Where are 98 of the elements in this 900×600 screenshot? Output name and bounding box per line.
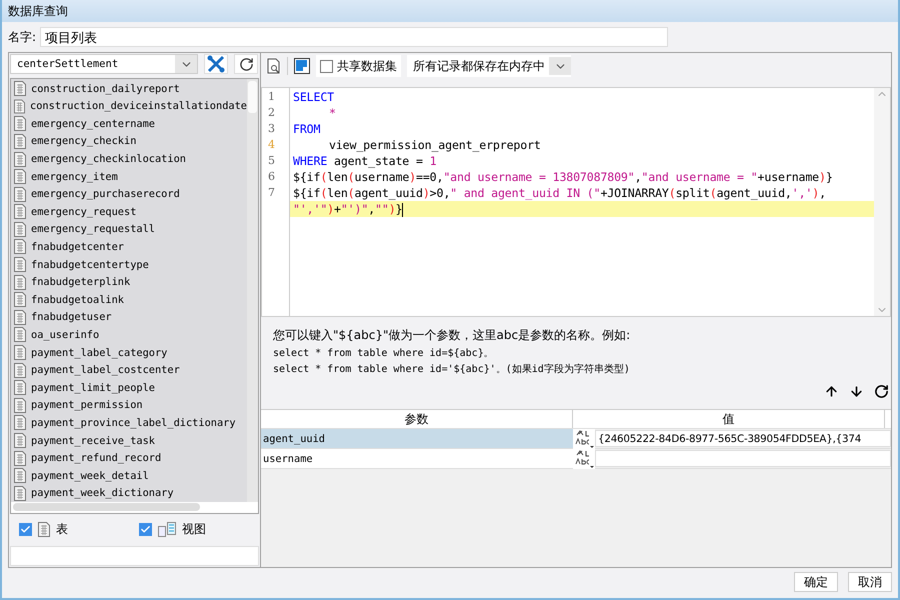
horizontal-scrollbar[interactable] (13, 502, 200, 511)
table-list-item[interactable]: emergency_checkin (11, 132, 247, 150)
table-icon (14, 362, 26, 378)
table-icon (14, 186, 26, 202)
table-list-item[interactable]: fnabudgeterplink (11, 273, 247, 291)
tools-button[interactable] (204, 54, 228, 74)
code-line: WHERE agent_state = 1 (292, 153, 438, 169)
move-up-icon[interactable] (824, 384, 839, 399)
connection-dropdown[interactable]: centerSettlement (10, 54, 198, 74)
table-list-item[interactable]: payment_permission (11, 396, 247, 414)
table-icon (14, 327, 26, 342)
code-line: FROM (292, 121, 322, 137)
table-icon (14, 169, 26, 184)
line-number: 3 (267, 121, 276, 137)
table-icon (14, 398, 26, 413)
vertical-scrollbar[interactable] (247, 78, 258, 502)
tools-icon (207, 55, 225, 74)
help-example: select * from table where id='${abc}'。(如果id字段为字符串类型) (273, 362, 631, 376)
type-icon[interactable] (573, 429, 595, 449)
table-list-item[interactable]: emergency_purchaserecord (11, 185, 247, 203)
table-icon (38, 522, 50, 538)
table-list-item[interactable]: emergency_requestall (11, 220, 247, 238)
column-header: 值 (573, 410, 885, 428)
table-icon (14, 98, 26, 114)
line-number: 4 (267, 137, 276, 153)
code-line: ${if(len(agent_uuid)>0," and agent_uuid IN ("+JOINARRAY(split(agent_uuid,','), (292, 185, 827, 201)
table-icon (14, 433, 26, 448)
param-name-cell[interactable]: username (261, 449, 573, 468)
table-icon (14, 81, 26, 96)
table-icon (14, 239, 26, 254)
cancel-button[interactable]: 取消 (848, 572, 892, 592)
filter-label: 视图 (182, 521, 206, 538)
table-list-item[interactable]: payment_refund_record (11, 449, 247, 467)
table-icon (14, 257, 26, 272)
refresh-button[interactable] (234, 54, 258, 74)
refresh-icon[interactable] (874, 384, 889, 399)
table-list-item[interactable]: fnabudgetoalink (11, 290, 247, 309)
code-line: * (328, 105, 337, 121)
line-number: 7 (267, 185, 276, 201)
table-icon (14, 274, 26, 290)
window-title: 数据库查询 (8, 2, 68, 20)
table-icon (14, 415, 26, 430)
table-icon (14, 468, 26, 484)
table-list-item[interactable]: payment_label_category (11, 344, 247, 362)
table-list-item[interactable]: payment_week_dictionary (11, 484, 247, 502)
param-value-field[interactable]: {24605222-84D6-8977-565C-389054FDD5EA},{374 (595, 430, 891, 447)
storage-dropdown[interactable]: 所有记录都保存在内存中 (407, 55, 571, 77)
table-list-item[interactable]: emergency_centername (11, 115, 247, 133)
line-number: 6 (267, 169, 276, 185)
line-number: 1 (267, 89, 276, 105)
table-icon (14, 204, 26, 220)
table-list-item[interactable]: fnabudgetcenter (11, 238, 247, 256)
refresh-icon (238, 56, 254, 72)
table-icon (14, 345, 26, 360)
table-icon (14, 380, 26, 396)
checkbox[interactable] (19, 523, 32, 536)
table-list-item[interactable]: payment_week_detail (11, 466, 247, 484)
code-line: ${if(len(username)==0,"and username = 13807087809","and username = "+username)} (292, 169, 834, 185)
name-field[interactable]: 项目列表 (40, 27, 668, 47)
table-icon (14, 222, 26, 237)
checkbox[interactable] (139, 523, 152, 536)
table-list-item[interactable]: emergency_item (11, 168, 247, 186)
table-icon (14, 450, 26, 466)
table-icon (14, 152, 26, 166)
filter-label: 表 (56, 521, 68, 538)
help-text: 您可以键入"${abc}"做为一个参数，这里abc是参数的名称。例如: (273, 327, 632, 344)
save-icon[interactable] (294, 58, 310, 74)
code-line: view_permission_agent_erpreport (328, 137, 542, 153)
view-icon (158, 522, 176, 538)
table-list-item[interactable]: payment_limit_people (11, 378, 247, 397)
line-number: 5 (267, 153, 276, 169)
table-list-item[interactable]: payment_label_costcenter (11, 361, 247, 379)
share-label: 共享数据集 (337, 58, 397, 74)
table-icon (14, 292, 26, 308)
table-list-item[interactable]: emergency_request (11, 202, 247, 221)
table-list-item[interactable]: construction_deviceinstallationdate (11, 97, 247, 116)
checkbox[interactable] (320, 60, 333, 72)
table-icon (14, 134, 26, 149)
param-value-field[interactable] (595, 450, 891, 467)
name-label: 名字: (8, 28, 36, 46)
preview-icon[interactable] (267, 58, 281, 74)
code-line: SELECT (292, 89, 335, 105)
table-list-item[interactable]: fnabudgetcentertype (11, 256, 247, 274)
table-icon (14, 116, 26, 132)
ok-button[interactable]: 确定 (794, 572, 838, 592)
move-down-icon[interactable] (849, 384, 864, 399)
line-number: 2 (267, 105, 276, 121)
table-list-item[interactable]: payment_province_label_dictionary (11, 414, 247, 432)
table-list-item[interactable]: payment_receive_task (11, 432, 247, 450)
help-example: select * from table where id=${abc}。 (273, 347, 495, 360)
filter-field[interactable] (10, 546, 259, 566)
param-name-cell[interactable]: agent_uuid (261, 429, 573, 448)
table-list-item[interactable]: oa_userinfo (11, 326, 247, 344)
column-header: 参数 (261, 410, 573, 428)
table-list-item[interactable]: emergency_checkinlocation (11, 150, 247, 168)
table-icon (14, 310, 26, 325)
table-list-item[interactable]: fnabudgetuser (11, 308, 247, 326)
table-list-item[interactable]: construction_dailyreport (11, 80, 247, 98)
